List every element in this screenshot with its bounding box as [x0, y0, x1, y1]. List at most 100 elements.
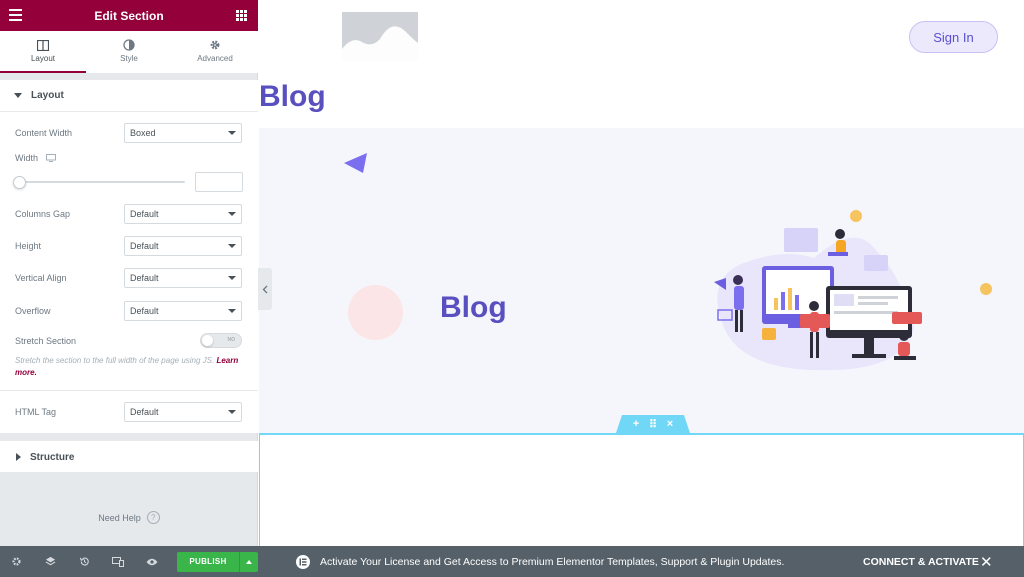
desktop-icon[interactable] — [46, 154, 57, 162]
dropdown-arrow-icon — [228, 212, 236, 216]
stretch-section-description: Stretch the section to the full width of… — [15, 355, 245, 379]
structure-section-header[interactable]: Structure — [0, 441, 258, 473]
toggle-text: NO — [227, 337, 236, 343]
columns-gap-select[interactable]: Default — [124, 204, 242, 224]
yellow-dot — [980, 283, 992, 295]
add-section-icon[interactable]: + — [633, 418, 639, 430]
gear-icon — [210, 40, 220, 50]
responsive-mode-icon[interactable] — [109, 553, 127, 571]
tab-advanced-label: Advanced — [197, 54, 233, 63]
delete-section-icon[interactable]: × — [667, 418, 673, 430]
content-width-select[interactable]: Boxed — [124, 123, 242, 143]
navigator-layers-icon[interactable] — [41, 553, 59, 571]
columns-gap-control: Columns Gap Default — [15, 204, 242, 224]
tab-style-label: Style — [120, 54, 138, 63]
dropdown-arrow-icon — [228, 276, 236, 280]
width-control: Width — [15, 153, 242, 163]
close-icon[interactable]: ✕ — [980, 553, 993, 571]
overflow-value: Default — [130, 306, 159, 316]
vertical-align-value: Default — [130, 273, 159, 283]
height-label: Height — [15, 241, 42, 251]
content-width-control: Content Width Boxed — [15, 123, 242, 143]
columns-icon — [37, 39, 49, 51]
overflow-select[interactable]: Default — [124, 301, 242, 321]
slider-track — [15, 181, 185, 183]
html-tag-value: Default — [130, 407, 159, 417]
settings-gear-icon[interactable] — [7, 553, 25, 571]
sign-in-button[interactable]: Sign In — [909, 21, 998, 53]
toggle-knob — [202, 335, 213, 346]
structure-section: Structure — [0, 441, 258, 472]
content-width-value: Boxed — [130, 128, 156, 138]
layout-section-title: Layout — [31, 90, 64, 101]
triangle-shape — [344, 153, 367, 173]
decorative-circle — [348, 285, 403, 340]
stretch-section-toggle[interactable]: NO — [200, 333, 242, 348]
history-icon[interactable] — [75, 553, 93, 571]
height-value: Default — [130, 241, 159, 251]
hero-section[interactable]: Blog — [259, 128, 1024, 434]
tab-layout[interactable]: Layout — [0, 31, 86, 73]
width-label: Width — [15, 153, 39, 163]
image-placeholder-icon — [342, 12, 418, 61]
structure-section-title: Structure — [30, 451, 75, 463]
width-slider[interactable] — [13, 176, 185, 190]
page-title: Blog — [259, 80, 326, 113]
panel-tabs: Layout Style Advanced — [0, 31, 258, 73]
html-tag-select[interactable]: Default — [124, 402, 242, 422]
connect-activate-link[interactable]: CONNECT & ACTIVATE — [863, 556, 979, 568]
vertical-align-control: Vertical Align Default — [15, 268, 242, 288]
dropdown-arrow-icon — [228, 244, 236, 248]
vertical-align-label: Vertical Align — [15, 273, 67, 283]
width-input[interactable] — [195, 172, 243, 192]
tab-style[interactable]: Style — [86, 31, 172, 73]
license-notice-message: Activate Your License and Get Access to … — [320, 555, 785, 568]
license-notice-bar: Activate Your License and Get Access to … — [258, 546, 1024, 577]
html-tag-control: HTML Tag Default — [15, 402, 242, 422]
content-width-label: Content Width — [15, 128, 73, 138]
overflow-control: Overflow Default — [15, 301, 242, 321]
columns-gap-value: Default — [130, 209, 159, 219]
chevron-left-icon — [262, 285, 268, 293]
site-logo-placeholder[interactable] — [342, 12, 418, 61]
stretch-section-label: Stretch Section — [15, 335, 77, 346]
overflow-label: Overflow — [15, 306, 51, 316]
publish-button[interactable]: PUBLISH — [177, 551, 239, 572]
selected-empty-section[interactable] — [259, 435, 1024, 546]
panel-header: Edit Section — [0, 0, 258, 31]
need-help-link[interactable]: Need Help ? — [0, 511, 258, 524]
help-question-icon: ? — [146, 511, 160, 524]
columns-gap-label: Columns Gap — [15, 209, 71, 219]
tab-layout-label: Layout — [30, 53, 56, 63]
vertical-align-select[interactable]: Default — [124, 268, 242, 288]
html-tag-label: HTML Tag — [15, 407, 57, 417]
elementor-logo-icon — [296, 554, 310, 569]
widgets-grid-icon[interactable] — [236, 10, 247, 21]
section-handle[interactable]: + ⠿ × — [616, 415, 690, 433]
divider — [0, 390, 258, 391]
blog-illustration — [714, 228, 922, 371]
publish-options-button[interactable] — [239, 551, 258, 572]
collapse-panel-handle[interactable] — [258, 268, 272, 310]
menu-icon[interactable] — [9, 9, 22, 21]
dropdown-arrow-icon — [228, 131, 236, 135]
tab-advanced[interactable]: Advanced — [172, 31, 258, 73]
caret-right-icon — [16, 453, 21, 461]
dropdown-arrow-icon — [228, 410, 236, 414]
contrast-icon — [123, 39, 135, 51]
hero-title: Blog — [440, 291, 507, 324]
height-control: Height Default — [15, 236, 242, 256]
need-help-label: Need Help — [98, 512, 141, 523]
slider-handle[interactable] — [13, 176, 26, 189]
stretch-section-control: Stretch Section NO — [15, 333, 242, 348]
height-select[interactable]: Default — [124, 236, 242, 256]
page-preview: Sign In Blog Blog + ⠿ × — [259, 0, 1024, 546]
stretch-description-text: Stretch the section to the full width of… — [15, 356, 215, 365]
layout-section-header[interactable]: Layout — [0, 80, 258, 112]
preview-eye-icon[interactable] — [143, 553, 161, 571]
caret-down-icon — [14, 93, 22, 98]
drag-section-icon[interactable]: ⠿ — [649, 418, 657, 431]
panel-title: Edit Section — [94, 8, 164, 23]
dropdown-arrow-icon — [228, 309, 236, 313]
caret-up-icon — [246, 559, 252, 564]
